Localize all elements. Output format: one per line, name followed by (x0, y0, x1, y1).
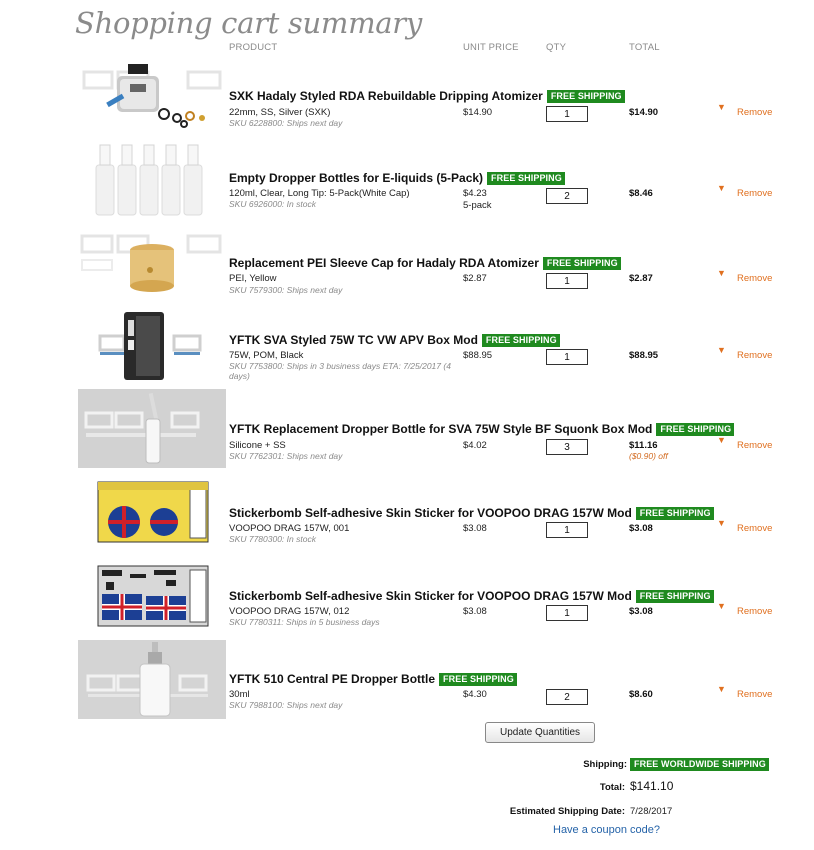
quantity-input[interactable] (546, 439, 588, 455)
line-total: $11.16 (629, 440, 658, 451)
remove-link[interactable]: Remove (737, 350, 772, 361)
line-total: $8.60 (629, 689, 653, 700)
product-image-rda-atomizer[interactable] (78, 62, 226, 130)
estimated-shipping-label: Estimated Shipping Date: (509, 806, 625, 817)
shipping-label: Shipping: (583, 759, 627, 770)
unit-price: $4.02 (463, 440, 487, 451)
product-sku: SKU 7762301: Ships next day (229, 451, 343, 461)
remove-link[interactable]: Remove (737, 107, 772, 118)
page-title: Shopping cart summary (75, 6, 422, 40)
product-options: PEI, Yellow (229, 273, 277, 284)
product-sku: SKU 6228800: Ships next day (229, 118, 343, 128)
free-shipping-badge: FREE SHIPPING (439, 673, 517, 686)
product-sku: SKU 7988100: Ships next day (229, 700, 343, 710)
product-sku: SKU 6926000: In stock (229, 199, 316, 209)
free-worldwide-shipping-badge: FREE WORLDWIDE SHIPPING (630, 758, 769, 771)
quantity-input[interactable] (546, 349, 588, 365)
column-header-qty: QTY (546, 42, 567, 53)
unit-price: $14.90 (463, 107, 493, 118)
remove-link[interactable]: Remove (737, 523, 772, 534)
line-total: $8.46 (629, 188, 653, 199)
remove-link[interactable]: Remove (737, 606, 772, 617)
product-name[interactable]: YFTK 510 Central PE Dropper Bottle FREE S… (229, 672, 517, 686)
unit-price: $88.95 (463, 350, 493, 361)
quantity-input[interactable] (546, 106, 588, 122)
unit-price: $4.30 (463, 689, 487, 700)
unit-price: $3.08 (463, 523, 487, 534)
unit-price: $2.87 (463, 273, 487, 284)
remove-link[interactable]: Remove (737, 273, 772, 284)
order-total: $141.10 (630, 779, 674, 793)
triangle-down-icon: ▼ (717, 268, 726, 278)
quantity-input[interactable] (546, 605, 588, 621)
triangle-down-icon: ▼ (717, 102, 726, 112)
triangle-down-icon: ▼ (717, 518, 726, 528)
coupon-link[interactable]: Have a coupon code? (553, 824, 660, 836)
product-name[interactable]: Stickerbomb Self-adhesive Skin Sticker f… (229, 589, 714, 603)
product-options: 75W, POM, Black (229, 350, 304, 361)
product-name[interactable]: Empty Dropper Bottles for E-liquids (5-P… (229, 171, 565, 185)
line-total: $14.90 (629, 107, 659, 118)
column-header-product: PRODUCT (229, 42, 278, 53)
triangle-down-icon: ▼ (717, 183, 726, 193)
quantity-input[interactable] (546, 689, 588, 705)
free-shipping-badge: FREE SHIPPING (635, 507, 714, 520)
free-shipping-badge: FREE SHIPPING (481, 334, 560, 347)
quantity-input[interactable] (546, 522, 588, 538)
product-image-skin-sticker-unionjack[interactable] (78, 560, 226, 632)
line-total: $88.95 (629, 350, 659, 361)
remove-link[interactable]: Remove (737, 440, 772, 451)
product-options: VOOPOO DRAG 157W, 012 (229, 606, 350, 617)
line-total: $3.08 (629, 523, 653, 534)
triangle-down-icon: ▼ (717, 684, 726, 694)
product-name[interactable]: YFTK SVA Styled 75W TC VW APV Box Mod FRE… (229, 333, 560, 347)
update-quantities-button[interactable]: Update Quantities (485, 722, 595, 743)
product-name[interactable]: YFTK Replacement Dropper Bottle for SVA … (229, 422, 735, 436)
triangle-down-icon: ▼ (717, 345, 726, 355)
product-options: Silicone + SS (229, 440, 286, 451)
product-name[interactable]: SXK Hadaly Styled RDA Rebuildable Drippi… (229, 89, 625, 103)
line-total: $2.87 (629, 273, 653, 284)
unit-price: $4.23 (463, 188, 487, 199)
remove-link[interactable]: Remove (737, 188, 772, 199)
unit-price-note: 5-pack (463, 200, 492, 211)
product-options: 30ml (229, 689, 250, 700)
product-name[interactable]: Stickerbomb Self-adhesive Skin Sticker f… (229, 506, 714, 520)
free-shipping-badge: FREE SHIPPING (635, 590, 714, 603)
column-header-total: TOTAL (629, 42, 660, 53)
column-header-unit-price: UNIT PRICE (463, 42, 519, 53)
product-name[interactable]: Replacement PEI Sleeve Cap for Hadaly RD… (229, 256, 621, 270)
triangle-down-icon: ▼ (717, 435, 726, 445)
product-options: VOOPOO DRAG 157W, 001 (229, 523, 350, 534)
line-total: $3.08 (629, 606, 653, 617)
quantity-input[interactable] (546, 188, 588, 204)
free-shipping-badge: FREE SHIPPING (542, 257, 621, 270)
product-options: 120ml, Clear, Long Tip: 5-Pack(White Cap… (229, 188, 410, 199)
unit-price: $3.08 (463, 606, 487, 617)
free-shipping-badge: FREE SHIPPING (487, 172, 565, 185)
product-options: 22mm, SS, Silver (SXK) (229, 107, 331, 118)
estimated-shipping-date: 7/28/2017 (630, 806, 673, 817)
product-sku: SKU 7753800: Ships in 3 business days ET… (229, 361, 451, 381)
remove-link[interactable]: Remove (737, 689, 772, 700)
product-sku: SKU 7780300: In stock (229, 534, 316, 544)
quantity-input[interactable] (546, 273, 588, 289)
product-image-skin-sticker-yellow[interactable] (78, 476, 226, 548)
triangle-down-icon: ▼ (717, 601, 726, 611)
product-image-dropper-bottles[interactable] (78, 141, 226, 217)
free-shipping-badge: FREE SHIPPING (546, 90, 625, 103)
shipping-value: FREE WORLDWIDE SHIPPING (630, 755, 769, 773)
product-image-pe-dropper-bottle[interactable] (78, 640, 226, 719)
product-image-box-mod[interactable] (78, 308, 226, 384)
product-sku: SKU 7579300: Ships next day (229, 285, 343, 295)
total-label: Total: (599, 782, 625, 793)
discount-text: ($0.90) off (629, 451, 668, 461)
product-image-squonk-bottle[interactable] (78, 389, 226, 468)
product-image-pei-sleeve[interactable] (78, 226, 226, 300)
product-sku: SKU 7780311: Ships in 5 business days (229, 617, 380, 627)
